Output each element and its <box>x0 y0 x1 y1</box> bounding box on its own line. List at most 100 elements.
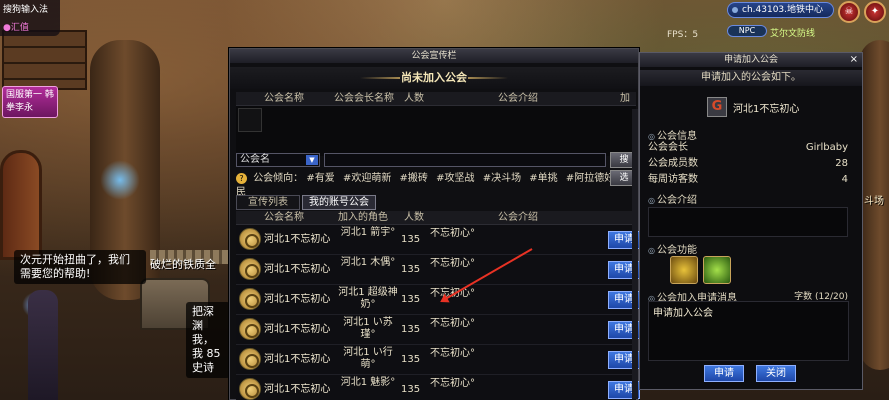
member-count: 135 <box>401 384 421 395</box>
scene-label-right: 斗场 <box>864 196 884 207</box>
wooden-door <box>0 150 42 260</box>
scene-label-chest: 破烂的铁质全 <box>150 258 216 271</box>
npc-toggle[interactable]: NPC <box>727 25 767 37</box>
guild-intro-label: 公会介绍 <box>648 191 697 206</box>
channel-indicator[interactable]: ch.43103.地铁中心 <box>727 2 834 18</box>
guild-emblem-icon <box>239 348 261 370</box>
channel-label: ch.43103.地铁中心 <box>742 5 824 15</box>
members-row: 公会成员数 28 <box>648 157 848 170</box>
ime-panel: 搜狗输入法 ●汇值 <box>0 0 60 36</box>
joined-character: 河北1 木偶° <box>340 257 396 268</box>
joined-character: 河北1 魅影° <box>340 377 396 388</box>
leader-value: Girlbaby <box>805 142 848 153</box>
applied-guild-name: 河北1不忘初心 <box>733 104 800 115</box>
search-input[interactable] <box>324 153 606 167</box>
gear-icon: ✦ <box>870 6 880 17</box>
member-count: 135 <box>401 354 421 365</box>
tab-my-account-guilds[interactable]: 我的账号公会 <box>302 195 376 210</box>
table-row[interactable]: 河北1不忘初心 河北1 木偶° 135 不忘初心° 申请 <box>236 255 640 285</box>
table-row[interactable]: 河北1不忘初心 河北1 魅影° 135 不忘初心° 申请 <box>236 375 640 400</box>
col-guild-name: 公会名称 <box>264 93 304 104</box>
server-badge[interactable]: 国服第一 韩拳李永 <box>2 86 58 118</box>
tendency-tag[interactable]: #决斗场 <box>483 173 521 184</box>
search-type-select[interactable]: 公会名 ▼ <box>236 153 320 167</box>
guild-intro: 不忘初心° <box>430 378 475 389</box>
search-type-value: 公会名 <box>240 154 270 165</box>
list-scrollbar[interactable] <box>632 109 638 399</box>
chevron-down-icon[interactable]: ▼ <box>306 155 318 165</box>
visitors-row: 每周访客数 4 <box>648 173 848 186</box>
table-row[interactable]: 河北1不忘初心 河北1 い行萌° 135 不忘初心° 申请 <box>236 345 640 375</box>
guild-emblem-icon <box>239 318 261 340</box>
guild-name: 河北1不忘初心 <box>264 294 331 305</box>
close-icon[interactable]: × <box>850 53 858 67</box>
apply-window-titlebar[interactable]: 申请加入公会 × <box>640 53 862 67</box>
col-leader-name: 公会会长名称 <box>334 93 394 104</box>
col-members: 人数 <box>404 212 424 223</box>
col-intro: 公会介绍 <box>498 93 538 104</box>
menu-round-button-2[interactable]: ✦ <box>864 1 886 23</box>
guild-intro-box <box>648 207 848 237</box>
member-count: 135 <box>401 324 421 335</box>
guild-function-label: 公会功能 <box>648 241 697 256</box>
visitors-value: 4 <box>841 174 848 185</box>
guild-name: 河北1不忘初心 <box>264 384 331 395</box>
apply-message-field[interactable]: 申请加入公会 <box>648 301 849 361</box>
section-header: 尚未加入公会 <box>230 67 638 89</box>
joined-character: 河北1 い苏瑾° <box>343 317 393 340</box>
guild-name: 河北1不忘初心 <box>264 234 331 245</box>
tendency-tag[interactable]: #单挑 <box>529 173 557 184</box>
tendency-tag[interactable]: #搬砖 <box>400 173 428 184</box>
member-count: 135 <box>401 264 421 275</box>
npc-speech-bubble-2: 把深渊 我，我 85史诗 <box>186 302 230 378</box>
col-intro: 公会介绍 <box>498 212 538 223</box>
ime-status: ●汇值 <box>3 23 29 33</box>
guild-emblem-icon <box>239 378 261 400</box>
guild-name: 河北1不忘初心 <box>264 354 331 365</box>
joined-guild-area <box>236 106 636 156</box>
menu-round-button-1[interactable]: ☠ <box>838 1 860 23</box>
guild-g-icon: G <box>707 97 727 117</box>
guild-emblem-slot <box>238 108 262 132</box>
guild-window-title[interactable]: 公会宣传栏 <box>230 49 638 63</box>
channel-dot-icon <box>732 7 738 13</box>
title-decoration-right <box>468 77 508 79</box>
members-label: 公会成员数 <box>648 158 698 169</box>
guild-intro: 不忘初心° <box>430 348 475 359</box>
apply-guild-window: 申请加入公会 × 申请加入的公会如下。 G 河北1不忘初心 公会信息 公会会长 … <box>639 52 863 390</box>
bookshelf <box>2 30 87 90</box>
table-row[interactable]: 河北1不忘初心 河北1 箭宇° 135 不忘初心° 申请 <box>236 225 640 255</box>
guild-tendency-row: ? 公会倾向： #有爱 #欢迎萌新 #搬砖 #攻坚战 #决斗场 #单挑 #阿拉德… <box>236 172 638 198</box>
blue-lantern-glow <box>100 160 140 200</box>
top-column-header: 公会名称 公会会长名称 人数 公会介绍 加入 <box>236 92 636 118</box>
tendency-tag[interactable]: #欢迎萌新 <box>343 173 391 184</box>
title-decoration-left <box>360 77 400 79</box>
list-column-header: 公会名称 加入的角色 人数 公会介绍 <box>236 211 636 225</box>
section-title: 尚未加入公会 <box>401 71 467 84</box>
table-row[interactable]: 河北1不忘初心 河北1 超级神奶° 135 不忘初心° 申请 <box>236 285 640 315</box>
map-name: 艾尔文防线 <box>770 29 816 39</box>
npc-speech-bubble: 次元开始扭曲了，我们需要您的帮助! <box>14 250 146 284</box>
leader-label: 公会会长 <box>648 142 688 153</box>
guild-intro: 不忘初心° <box>430 318 475 329</box>
close-button[interactable]: 关闭 <box>756 365 796 382</box>
visitors-label: 每周访客数 <box>648 174 698 185</box>
guild-name: 河北1不忘初心 <box>264 324 331 335</box>
help-icon[interactable]: ? <box>236 172 247 184</box>
tendency-tag[interactable]: #攻坚战 <box>436 173 474 184</box>
tendency-tag[interactable]: #有爱 <box>306 173 334 184</box>
guild-promo-window: 公会宣传栏 尚未加入公会 公会名称 公会会长名称 人数 公会介绍 加入 公会名 … <box>229 48 640 400</box>
guild-function-icon-1[interactable] <box>670 256 698 284</box>
guild-emblem-icon <box>239 288 261 310</box>
tendency-label: 公会倾向： <box>253 173 304 184</box>
tab-promo-list[interactable]: 宣传列表 <box>236 195 300 210</box>
submit-apply-button[interactable]: 申请 <box>704 365 744 382</box>
guild-intro: 不忘初心° <box>430 228 475 239</box>
guild-function-icon-2[interactable] <box>703 256 731 284</box>
table-row[interactable]: 河北1不忘初心 河北1 い苏瑾° 135 不忘初心° 申请 <box>236 315 640 345</box>
guild-emblem-icon <box>239 228 261 250</box>
fps-readout: FPS：5 <box>667 30 699 40</box>
guild-emblem-icon <box>239 258 261 280</box>
col-joined-character: 加入的角色 <box>338 212 388 223</box>
col-guild-name: 公会名称 <box>264 212 304 223</box>
